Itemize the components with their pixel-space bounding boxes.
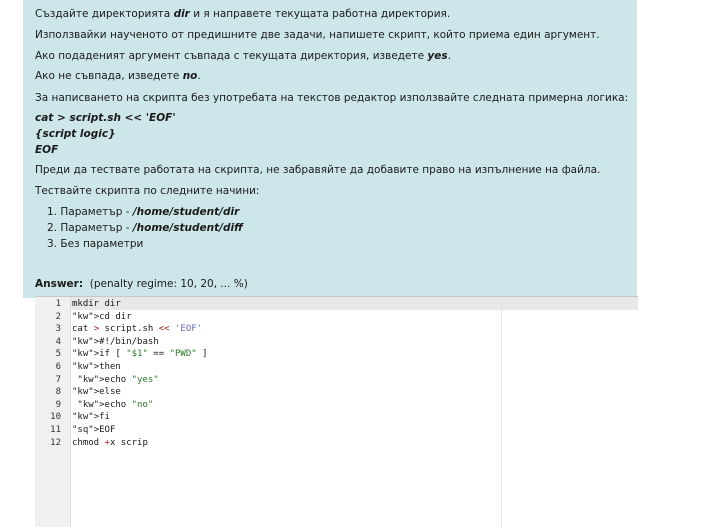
line-number: 12	[50, 437, 61, 448]
task-paragraph-6: Преди да тествате работата на скрипта, н…	[35, 164, 601, 176]
list-number: 3.	[47, 238, 61, 250]
p3-text-end: .	[447, 50, 451, 62]
line-number: 3	[55, 324, 61, 335]
answer-header: Answer: (penalty regime: 10, 20, ... %)	[35, 278, 248, 290]
code-line[interactable]: 6 "kw">then	[35, 361, 635, 374]
line-number: 8	[55, 387, 61, 398]
code-line[interactable]: 12 chmod +x scrip	[35, 437, 635, 450]
line-text[interactable]: chmod +x scrip	[72, 437, 148, 450]
task-paragraph-4: Ако не съвпада, изведете no.	[35, 70, 201, 82]
list-path: /home/student/dir	[132, 206, 240, 218]
task-paragraph-5: За написването на скрипта без употребата…	[35, 92, 629, 104]
code-line[interactable]: 10 "kw">fi	[35, 411, 635, 424]
example-code-line-2: {script logic}	[35, 128, 116, 140]
line-number: 10	[50, 412, 61, 423]
example-code-line-1: cat > script.sh << 'EOF'	[35, 112, 176, 124]
list-item: 3. Без параметри	[47, 236, 243, 252]
task-paragraph-2: Използвайки наученото от предишните две …	[35, 29, 600, 41]
code-line[interactable]: 9 "kw">echo "no"	[35, 399, 635, 412]
line-number: 5	[55, 349, 61, 360]
code-line[interactable]: 11 "sq">EOF	[35, 424, 635, 437]
line-text[interactable]: "kw">else	[72, 386, 121, 399]
p4-text: Ако не съвпада, изведете	[35, 70, 183, 82]
line-text[interactable]: "kw">then	[72, 361, 121, 374]
code-editor[interactable]: 1 mkdir dir 2 "kw">cd dir 3 cat > script.sh <…	[35, 296, 638, 527]
line-number: 1	[55, 299, 61, 309]
line-number: 9	[55, 399, 61, 410]
list-number: 1.	[47, 206, 61, 218]
code-line[interactable]: 2 "kw">cd dir	[35, 311, 635, 324]
example-code-line-3: EOF	[35, 144, 59, 156]
line-number: 11	[50, 425, 61, 435]
task-paragraph-1: Създайте директорията dir и я направете …	[35, 8, 450, 20]
line-number: 7	[55, 374, 61, 385]
p4-text-end: .	[197, 70, 201, 82]
list-text: Параметър -	[60, 222, 133, 234]
task-paragraph-7: Тествайте скрипта по следните начини:	[35, 185, 260, 197]
p1-text-end: и я направете текущата работна директори…	[189, 8, 451, 20]
code-line[interactable]: 7 "kw">echo "yes"	[35, 374, 635, 387]
line-number: 6	[55, 362, 61, 372]
line-text[interactable]: cat > script.sh << 'EOF'	[72, 323, 202, 336]
p1-text: Създайте директорията	[35, 8, 174, 20]
list-text: Параметър -	[60, 206, 133, 218]
line-number: 2	[55, 311, 61, 322]
list-path: /home/student/diff	[132, 222, 243, 234]
p3-bold: yes	[427, 50, 448, 62]
list-number: 2.	[47, 222, 61, 234]
p3-text: Ако подаденият аргумент съвпада с текуща…	[35, 50, 428, 62]
line-text[interactable]: "kw">if [ "$1" == "PWD" ]	[72, 348, 208, 361]
list-item: 1. Параметър - /home/student/dir	[47, 204, 243, 220]
penalty-regime: (penalty regime: 10, 20, ... %)	[89, 278, 248, 290]
task-paragraph-3: Ако подаденият аргумент съвпада с текуща…	[35, 50, 451, 62]
line-text[interactable]: mkdir dir	[72, 298, 121, 311]
answer-label: Answer:	[35, 278, 84, 290]
line-text[interactable]: "kw">cd dir	[72, 311, 132, 324]
line-number: 4	[55, 336, 61, 347]
code-line[interactable]: 3 cat > script.sh << 'EOF'	[35, 323, 635, 336]
code-line[interactable]: 4 "kw">#!/bin/bash	[35, 336, 635, 349]
code-line[interactable]: 8 "kw">else	[35, 386, 635, 399]
line-text[interactable]: "kw">#!/bin/bash	[72, 336, 159, 349]
list-item: 2. Параметър - /home/student/diff	[47, 220, 243, 236]
line-text[interactable]: "kw">fi	[72, 411, 110, 424]
line-text[interactable]: "sq">EOF	[72, 424, 115, 437]
code-line[interactable]: 1 mkdir dir	[35, 298, 635, 311]
code-line[interactable]: 5 "kw">if [ "$1" == "PWD" ]	[35, 348, 635, 361]
line-text[interactable]: "kw">echo "no"	[72, 399, 153, 412]
list-text: Без параметри	[60, 238, 144, 250]
line-text[interactable]: "kw">echo "yes"	[72, 374, 158, 387]
p4-bold: no	[182, 70, 198, 82]
test-cases-list: 1. Параметър - /home/student/dir 2. Пара…	[35, 204, 243, 252]
p1-bold: dir	[173, 8, 190, 20]
